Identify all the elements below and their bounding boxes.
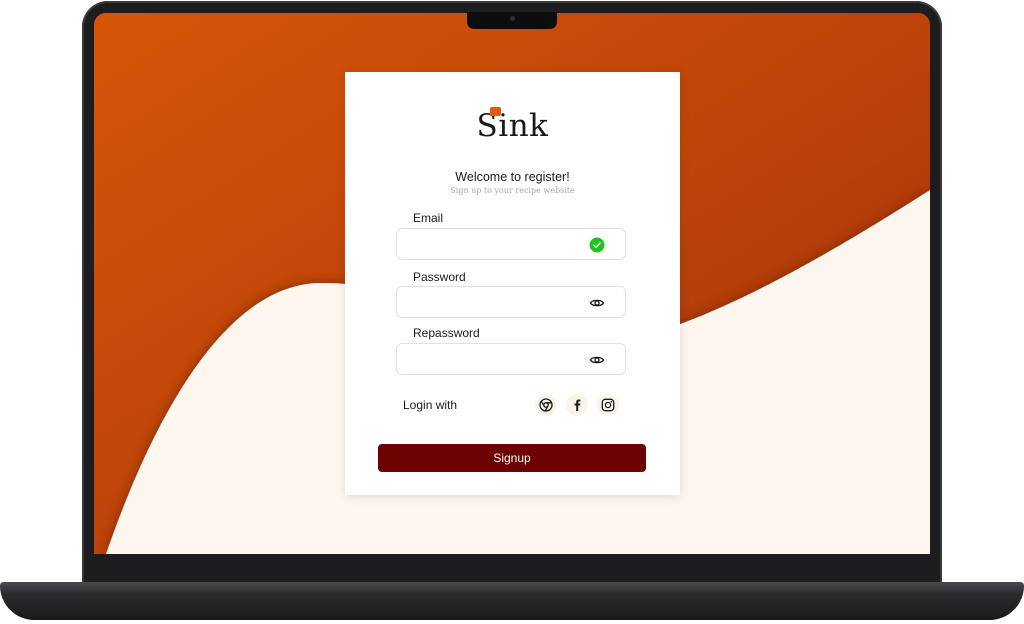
chrome-icon xyxy=(539,398,553,412)
signup-button[interactable]: Signup xyxy=(378,444,646,472)
eye-icon[interactable] xyxy=(589,295,605,311)
password-input[interactable] xyxy=(407,293,586,313)
camera-icon xyxy=(510,16,515,21)
chrome-login-button[interactable] xyxy=(535,394,557,416)
facebook-login-button[interactable] xyxy=(566,394,588,416)
camera-notch xyxy=(467,12,557,29)
email-input[interactable] xyxy=(407,235,586,255)
logo-mark-icon xyxy=(489,107,501,116)
brand-logo-text: Sink xyxy=(476,108,549,144)
email-field[interactable] xyxy=(396,228,626,260)
brand-logo: Sink xyxy=(345,107,680,144)
instagram-login-button[interactable] xyxy=(597,394,619,416)
email-label: Email xyxy=(413,211,444,225)
login-with-label: Login with xyxy=(403,398,458,412)
eye-icon[interactable] xyxy=(589,352,605,368)
repassword-input[interactable] xyxy=(407,350,586,370)
repassword-field[interactable] xyxy=(396,343,626,375)
laptop-frame: Sink Welcome to register! Sign up to you… xyxy=(0,0,1024,624)
facebook-icon xyxy=(574,399,581,411)
laptop-base xyxy=(0,582,1024,620)
welcome-subtitle: Sign up to your recipe website xyxy=(450,186,575,195)
password-field[interactable] xyxy=(396,286,626,318)
register-card: Sink Welcome to register! Sign up to you… xyxy=(345,72,680,495)
instagram-icon xyxy=(601,398,615,412)
password-label: Password xyxy=(413,270,466,284)
check-circle-icon xyxy=(589,237,605,253)
repassword-label: Repassword xyxy=(413,326,480,340)
welcome-heading: Welcome to register! xyxy=(455,170,570,184)
